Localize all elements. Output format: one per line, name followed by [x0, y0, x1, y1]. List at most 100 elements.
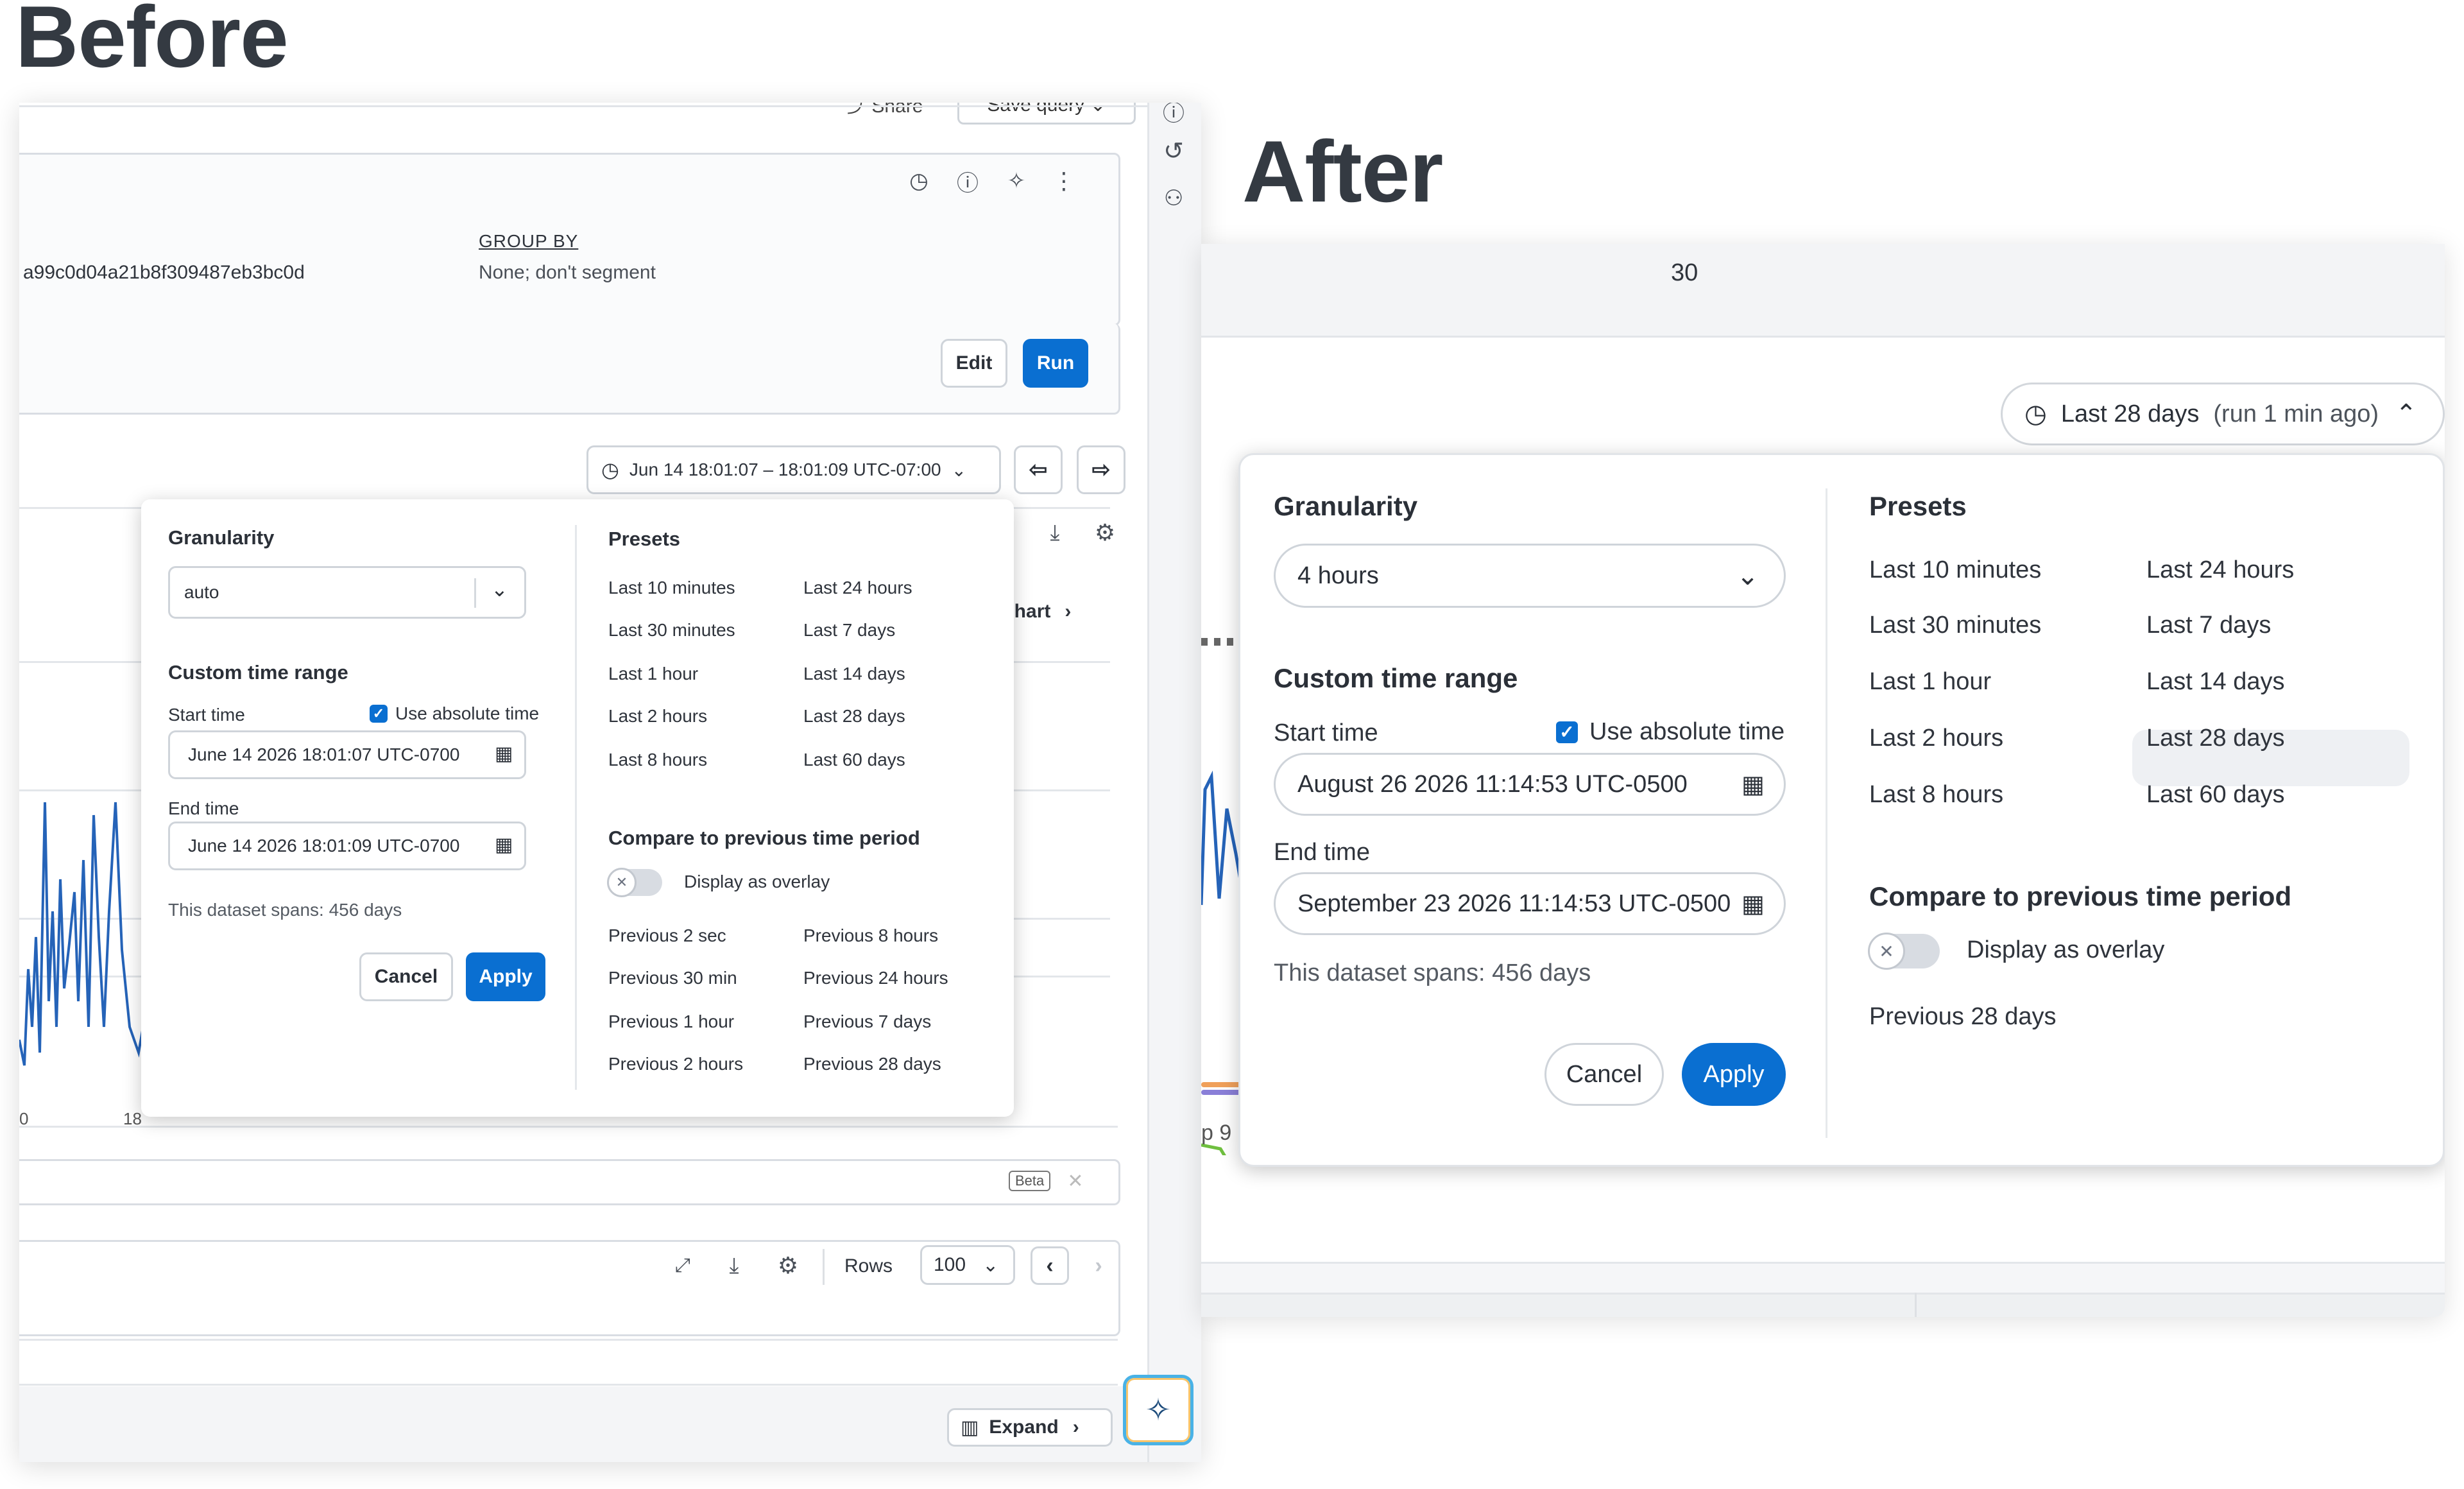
x-icon: ✕	[607, 868, 637, 897]
compare-title: Compare to previous time period	[1869, 881, 2292, 911]
chart-axis-peek: p 9	[1201, 1121, 1232, 1145]
next-range-button[interactable]: ⇨	[1077, 445, 1125, 494]
cancel-button[interactable]: Cancel	[1544, 1043, 1664, 1106]
group-by-value: None; don't segment	[479, 262, 656, 283]
edit-button[interactable]: Edit	[941, 339, 1007, 388]
start-time-input[interactable]: August 26 2026 11:14:53 UTC-0500 ▦	[1274, 753, 1786, 816]
use-absolute-checkbox[interactable]: ✓ Use absolute time	[1556, 718, 1784, 746]
group-by-label: GROUP BY	[479, 231, 579, 251]
preset-option-selected[interactable]: Last 28 days	[2146, 725, 2284, 752]
apply-button[interactable]: Apply	[466, 952, 545, 1001]
preset-option[interactable]: Last 60 days	[2146, 781, 2284, 809]
footer-strip	[1201, 1293, 2445, 1317]
end-time-input[interactable]: June 14 2026 18:01:09 UTC-0700 ▦	[168, 822, 526, 870]
settings-icon[interactable]: ⚙	[1091, 519, 1119, 547]
preset-option[interactable]: Last 7 days	[803, 620, 895, 641]
preset-option[interactable]: Last 24 hours	[2146, 556, 2294, 584]
dataset-span-text: This dataset spans: 456 days	[168, 900, 402, 920]
help-icon[interactable]: ⓘ	[954, 167, 982, 196]
end-time-input[interactable]: September 23 2026 11:14:53 UTC-0500 ▦	[1274, 872, 1786, 935]
time-range-button[interactable]: ◷ Jun 14 18:01:07 – 18:01:09 UTC-07:00 ⌄	[586, 445, 1001, 494]
start-time-label: Start time	[1274, 719, 1378, 746]
preset-option[interactable]: Last 10 minutes	[1869, 556, 2041, 584]
preset-option[interactable]: Last 30 minutes	[608, 620, 735, 641]
before-screenshot: ⤴ Share Save query ⌄ ⓘ ↺ ⚇ ◷ ⓘ ✧ ⋮ a99c0…	[19, 103, 1201, 1462]
preset-option[interactable]: Last 1 hour	[608, 664, 698, 684]
close-icon[interactable]: ✕	[1063, 1168, 1088, 1194]
preset-option[interactable]: Last 14 days	[2146, 668, 2284, 696]
preset-option[interactable]: Last 30 minutes	[1869, 612, 2041, 639]
previous-option[interactable]: Previous 28 days	[803, 1054, 941, 1074]
right-rail	[1147, 103, 1201, 1462]
overlay-toggle[interactable]: ✕	[607, 868, 662, 897]
preset-option[interactable]: Last 7 days	[2146, 612, 2271, 639]
download-icon[interactable]: ⤓	[1041, 519, 1069, 547]
apply-button[interactable]: Apply	[1682, 1043, 1786, 1106]
start-time-input[interactable]: June 14 2026 18:01:07 UTC-0700 ▦	[168, 730, 526, 779]
end-time-label: End time	[168, 798, 239, 818]
preset-option[interactable]: Last 8 hours	[1869, 781, 2003, 809]
granularity-select[interactable]: 4 hours ⌄	[1274, 544, 1786, 608]
previous-option[interactable]: Previous 2 hours	[608, 1054, 743, 1074]
chevron-down-icon: ⌄	[951, 460, 967, 480]
previous-range-button[interactable]: ⇦	[1014, 445, 1063, 494]
table-divider	[19, 1339, 1118, 1341]
previous-option[interactable]: Previous 1 hour	[608, 1011, 734, 1032]
start-time-label: Start time	[168, 705, 245, 725]
cancel-button[interactable]: Cancel	[359, 952, 453, 1001]
popover-divider	[575, 525, 577, 1090]
previous-option[interactable]: Previous 28 days	[1869, 1003, 2057, 1031]
run-button[interactable]: Run	[1023, 339, 1088, 388]
clock-icon[interactable]: ◷	[905, 167, 933, 195]
download-icon[interactable]: ⤓	[720, 1252, 748, 1280]
history-icon[interactable]: ↺	[1159, 136, 1188, 166]
preset-option[interactable]: Last 1 hour	[1869, 668, 1991, 696]
preset-option[interactable]: Last 10 minutes	[608, 578, 735, 598]
previous-option[interactable]: Previous 8 hours	[803, 925, 938, 946]
granularity-title: Granularity	[1274, 491, 1418, 521]
query-id-value: a99c0d04a21b8f309487eb3bc0d	[23, 262, 305, 283]
ai-assistant-button[interactable]: ✧	[1123, 1375, 1194, 1445]
preset-option[interactable]: Last 14 days	[803, 664, 905, 684]
after-screenshot: 30 ◷ Last 28 days (run 1 min ago) ⌃ p 9 …	[1201, 244, 2445, 1317]
expand-button[interactable]: ▥ Expand ›	[947, 1408, 1113, 1447]
expand-arrows-icon[interactable]: ⤢	[669, 1252, 697, 1280]
previous-option[interactable]: Previous 7 days	[803, 1011, 931, 1032]
calendar-icon: ▦	[495, 743, 513, 764]
settings-icon[interactable]: ⚙	[774, 1252, 802, 1280]
calendar-icon: ▦	[495, 834, 513, 856]
overlay-label: Display as overlay	[1967, 936, 2165, 963]
chevron-right-icon: ›	[1095, 1253, 1102, 1278]
preset-option[interactable]: Last 24 hours	[803, 578, 912, 598]
info-icon[interactable]: ⓘ	[1159, 103, 1188, 126]
beta-badge: Beta	[1009, 1171, 1051, 1191]
previous-option[interactable]: Previous 30 min	[608, 968, 737, 988]
next-page-button[interactable]: ›	[1079, 1246, 1118, 1285]
dataset-span-text: This dataset spans: 456 days	[1274, 960, 1591, 986]
end-time-label: End time	[1274, 839, 1370, 866]
compare-title: Compare to previous time period	[608, 827, 920, 849]
preset-option[interactable]: Last 2 hours	[1869, 725, 2003, 752]
previous-option[interactable]: Previous 24 hours	[803, 968, 948, 988]
preset-option[interactable]: Last 2 hours	[608, 706, 707, 727]
sparkle-icon[interactable]: ✧	[1002, 167, 1031, 195]
presets-title: Presets	[1869, 491, 1967, 521]
previous-page-button[interactable]: ‹	[1031, 1246, 1069, 1285]
custom-range-title: Custom time range	[1274, 663, 1518, 693]
users-icon[interactable]: ⚇	[1159, 184, 1188, 213]
rows-select[interactable]: 100 ⌄	[920, 1245, 1015, 1285]
chart-line	[19, 802, 148, 1066]
preset-option[interactable]: Last 8 hours	[608, 750, 707, 770]
chevron-down-icon: ⌄	[1736, 560, 1759, 590]
chevron-right-icon: ›	[1065, 601, 1072, 622]
previous-option[interactable]: Previous 2 sec	[608, 925, 726, 946]
preset-option[interactable]: Last 28 days	[803, 706, 905, 727]
time-range-button[interactable]: ◷ Last 28 days (run 1 min ago) ⌃	[2001, 383, 2445, 445]
more-icon[interactable]: ⋮	[1050, 167, 1078, 195]
sparkle-icon: ✧	[1145, 1393, 1172, 1427]
granularity-select[interactable]: auto ⌄	[168, 566, 526, 619]
overlay-toggle[interactable]: ✕	[1868, 933, 1940, 970]
calendar-icon: ▦	[1741, 771, 1765, 798]
preset-option[interactable]: Last 60 days	[803, 750, 905, 770]
use-absolute-checkbox[interactable]: ✓ Use absolute time	[370, 703, 539, 724]
